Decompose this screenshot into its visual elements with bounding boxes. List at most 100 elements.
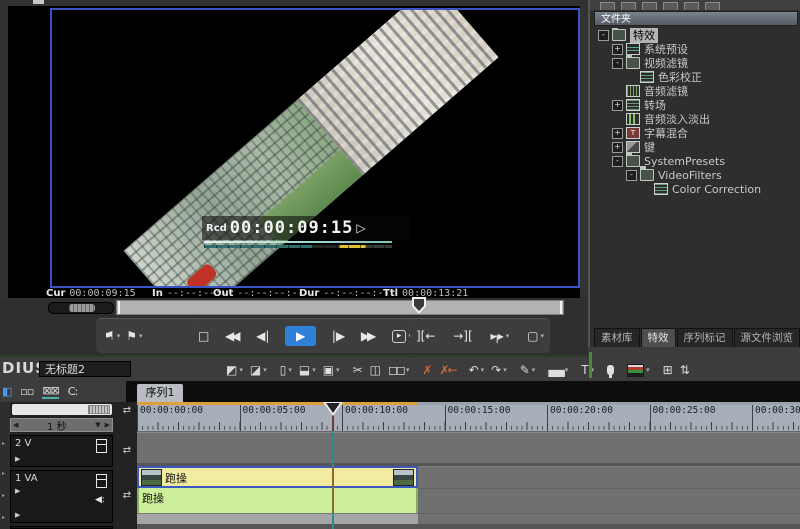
flag-marker-button[interactable]: ⚑▾	[104, 329, 120, 343]
palette-tab[interactable]: 素材库	[594, 328, 640, 347]
toolbar-button[interactable]: ▾	[627, 364, 650, 377]
toolbar-button[interactable]: ◻◻▾	[388, 363, 409, 377]
dropdown-caret-icon[interactable]: ▾	[312, 366, 316, 374]
toolbar-button[interactable]: ↷▾	[491, 363, 507, 377]
position-bar[interactable]	[116, 300, 564, 315]
tree-item[interactable]: 音频滤镜	[594, 84, 798, 98]
playback-button[interactable]: ▶	[285, 326, 316, 346]
toolbar-button[interactable]: ◩▾	[226, 363, 243, 377]
mode-button[interactable]: C:	[68, 385, 77, 398]
tree-item[interactable]: + T 字幕混合	[594, 126, 798, 140]
patch-cable-icon[interactable]: ⇄	[118, 405, 136, 416]
horizontal-scrollbar[interactable]	[12, 404, 112, 415]
timeline-ruler[interactable]: 00:00:00:0000:00:05:0000:00:10:0000:00:1…	[137, 405, 800, 432]
toolbar-button[interactable]: ▣▾	[323, 363, 340, 377]
track-expand-icon[interactable]: ▶	[15, 487, 20, 495]
dropdown-caret-icon[interactable]: ▾	[540, 332, 544, 340]
tree-item[interactable]: + 系统预设	[594, 42, 798, 56]
playback-button[interactable]: ▸▾	[392, 330, 412, 343]
toolbar-button[interactable]	[607, 365, 614, 375]
patch-cable-icon[interactable]: ⇄	[118, 445, 136, 456]
toolbar-button[interactable]: ◫	[370, 363, 381, 377]
toolbar-button[interactable]: ⇅	[680, 363, 690, 377]
track-expand-icon[interactable]: ▶	[15, 455, 20, 463]
tree-item[interactable]: - SystemPresets	[594, 154, 798, 168]
tree-expander[interactable]: +	[612, 100, 623, 111]
tree-item[interactable]: - 视频滤镜	[594, 56, 798, 70]
tree-expander[interactable]: +	[612, 44, 623, 55]
dropdown-caret-icon[interactable]: ▾	[481, 366, 485, 374]
toolbar-button[interactable]: ▄▄▾	[548, 363, 568, 377]
tree-expander[interactable]: -	[612, 58, 623, 69]
toolbar-button[interactable]: ⬓▾	[299, 363, 316, 377]
edit-point-button[interactable]: ▸┬▸▾	[491, 329, 510, 343]
scrollbar-handle[interactable]	[88, 405, 110, 414]
tree-item[interactable]: 色彩校正	[594, 70, 798, 84]
track-1va-audio-lane[interactable]	[418, 488, 800, 514]
tree-item[interactable]: Color Correction	[594, 182, 798, 196]
dropdown-caret-icon[interactable]: ▾	[406, 366, 410, 374]
position-playhead-marker[interactable]	[412, 297, 426, 314]
tree-expander[interactable]: -	[598, 30, 609, 41]
palette-tab[interactable]: 特效	[641, 328, 676, 347]
dropdown-caret-icon[interactable]: ▾	[646, 366, 650, 374]
clip-audio-segment[interactable]: 跑操	[137, 488, 418, 513]
toolbar-button[interactable]: ✗	[422, 363, 432, 377]
track-2v-lane[interactable]	[137, 432, 800, 464]
mode-button[interactable]: ◧	[2, 385, 11, 398]
dropdown-caret-icon[interactable]: ▾	[336, 366, 340, 374]
patch-cable-icon[interactable]: ⇄	[118, 490, 136, 501]
edit-point-button[interactable]: ][←	[416, 329, 435, 343]
toolbar-button[interactable]: ↶▾	[469, 363, 485, 377]
palette-tab[interactable]: 源文件浏览	[734, 328, 800, 347]
tree-item[interactable]: + 键	[594, 140, 798, 154]
mode-button[interactable]: ▫▫	[20, 385, 33, 398]
toolbar-button[interactable]: ▯▾	[280, 363, 292, 377]
tree-item[interactable]: + 转场	[594, 98, 798, 112]
video-track-icon[interactable]	[96, 439, 107, 453]
dropdown-caret-icon[interactable]: ▾	[288, 366, 292, 374]
dropdown-caret-icon[interactable]: ▾	[532, 366, 536, 374]
track-1va-video-lane[interactable]	[418, 466, 800, 489]
timeline-zoom-selector[interactable]: ◀ 1 秒 ▼ ▶	[10, 418, 113, 432]
track-header-2v[interactable]: 2 V ▶	[10, 435, 113, 467]
mode-button[interactable]: ⊠⊠	[42, 384, 58, 399]
sequence-tab[interactable]: 序列1	[137, 384, 183, 402]
tree-item[interactable]: - VideoFilters	[594, 168, 798, 182]
zoom-left-arrow-icon[interactable]: ◀	[11, 421, 20, 429]
toolbar-button[interactable]: ◪▾	[250, 363, 267, 377]
tree-expander[interactable]: -	[626, 170, 637, 181]
dropdown-caret-icon[interactable]: ▾	[117, 332, 121, 340]
tree-item[interactable]: 音频淡入淡出	[594, 112, 798, 126]
shuttle-slider[interactable]	[48, 302, 114, 314]
dropdown-caret-icon[interactable]: ▾	[503, 366, 507, 374]
playback-button[interactable]: |▶	[332, 329, 345, 343]
toolbar-button[interactable]: T▾	[581, 363, 594, 377]
tree-expander[interactable]: +	[612, 142, 623, 153]
dropdown-caret-icon[interactable]: ▾	[506, 332, 510, 340]
playback-button[interactable]: □	[198, 329, 209, 343]
clipped-window-button[interactable]	[33, 0, 44, 4]
dropdown-caret-icon[interactable]: ▾	[139, 332, 143, 340]
zoom-right-arrow-icon[interactable]: ▶	[103, 421, 112, 429]
toolbar-button[interactable]: ✂	[353, 363, 363, 377]
dropdown-caret-icon[interactable]: ▾	[263, 366, 267, 374]
edit-point-button[interactable]: →][	[453, 329, 472, 343]
flag-marker-button[interactable]: ⚑▾	[126, 329, 142, 343]
shuttle-handle[interactable]	[69, 304, 95, 312]
playback-button[interactable]: ▶▶	[361, 329, 376, 343]
tree-expander[interactable]: -	[612, 156, 623, 167]
playback-button[interactable]: ◀◀	[225, 329, 240, 343]
toolbar-button[interactable]: ✗←	[439, 363, 455, 377]
video-track-icon[interactable]	[96, 474, 107, 488]
dropdown-caret-icon[interactable]: ▾	[565, 366, 569, 374]
zoom-down-arrow-icon[interactable]: ▼	[93, 421, 102, 429]
dropdown-caret-icon[interactable]: ▾	[239, 366, 243, 374]
speaker-icon[interactable]: ◀:	[95, 495, 105, 505]
playback-button[interactable]: ◀|	[256, 329, 269, 343]
edit-point-button[interactable]: ▢▾	[527, 329, 544, 343]
palette-tab[interactable]: 序列标记	[677, 328, 733, 347]
toolbar-button[interactable]: ⊞	[663, 363, 673, 377]
toolbar-button[interactable]: ✎▾	[520, 363, 536, 377]
track-expand-icon[interactable]: ▶	[15, 511, 20, 519]
